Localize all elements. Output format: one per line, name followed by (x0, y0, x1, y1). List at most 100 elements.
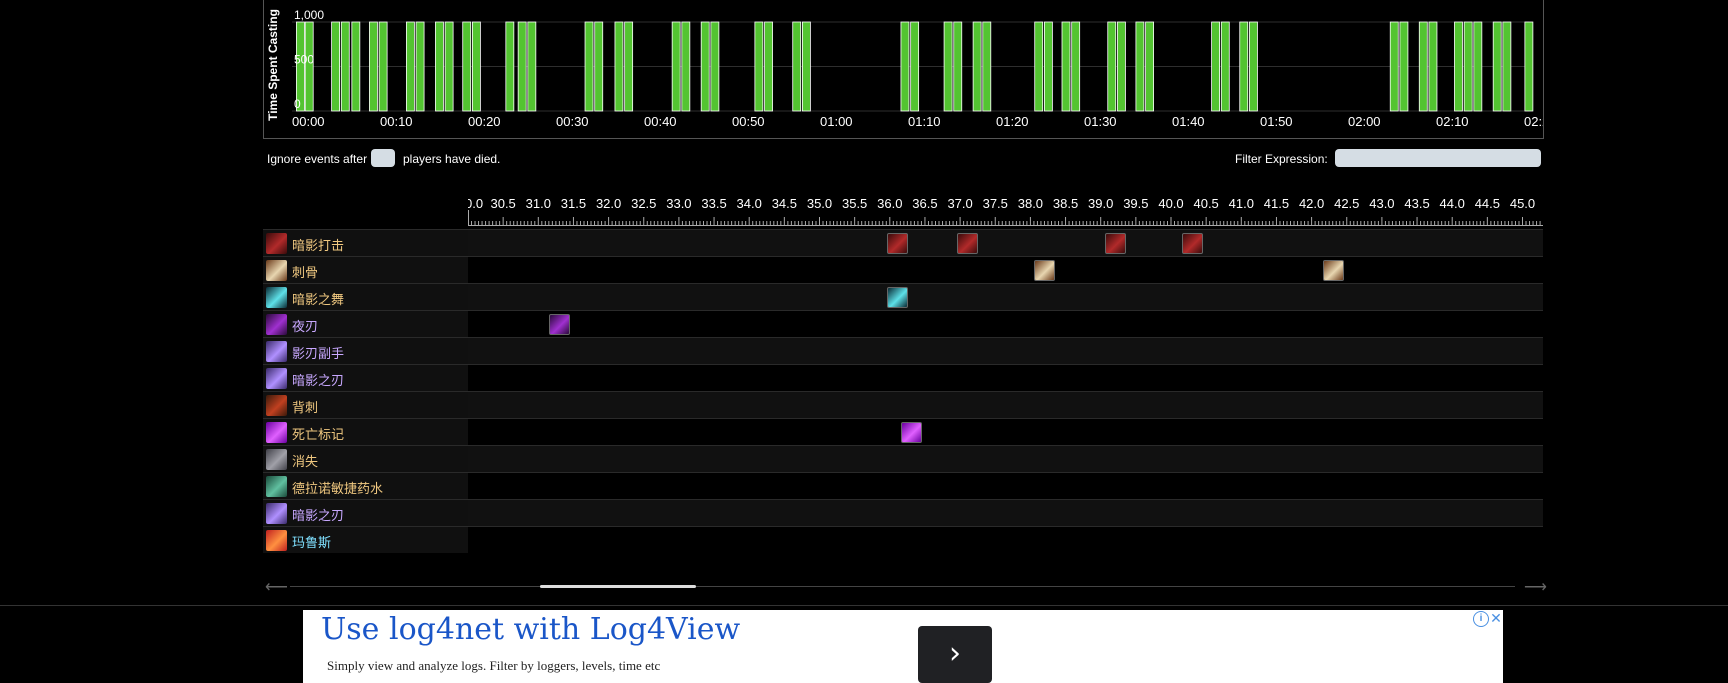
cast-marker-nightblade-icon[interactable] (549, 314, 571, 335)
ability-track (468, 230, 1543, 256)
ruler-label: 36.5 (912, 196, 937, 211)
ruler-label: 32.0 (596, 196, 621, 211)
chart-bar (1463, 21, 1473, 112)
dead-players-count-input[interactable] (371, 149, 395, 167)
chart-x-tick-label: 00:00 (292, 114, 325, 129)
ad-title[interactable]: Use log4net with Log4View (321, 612, 740, 647)
chart-x-tick-label: 00:30 (556, 114, 589, 129)
ruler-label: 30.5 (490, 196, 515, 211)
chart-bar (624, 21, 634, 112)
chart-bar (517, 21, 527, 112)
chart-bar (584, 21, 594, 112)
chart-bar (754, 21, 764, 112)
ruler-label: 40.5 (1193, 196, 1218, 211)
ruler-label: 44.5 (1475, 196, 1500, 211)
ability-label[interactable]: 消失 (263, 446, 468, 472)
advertisement-banner[interactable]: Use log4net with Log4View Simply view an… (303, 610, 1503, 683)
chart-bar (943, 21, 953, 112)
cast-marker-marked-for-death-icon[interactable] (900, 422, 922, 443)
vanish-icon (266, 449, 287, 470)
chart-bar (614, 21, 624, 112)
ruler-label: 33.5 (701, 196, 726, 211)
ability-timeline: 0.0 30.5 31.0 31.5 32.0 32.5 33.0 33.5 34.0 34.5 3… (263, 190, 1543, 555)
ruler-label: 39.5 (1123, 196, 1148, 211)
ability-track (468, 311, 1543, 337)
ruler-label: 37.5 (983, 196, 1008, 211)
scroll-left-arrow-icon[interactable]: ⟵ (265, 577, 288, 597)
chart-bar (982, 21, 992, 112)
chart-bar (1034, 21, 1044, 112)
chart-x-tick-label: 01:40 (1172, 114, 1205, 129)
ruler-label: 42.5 (1334, 196, 1359, 211)
ability-label[interactable]: 夜刃 (263, 311, 468, 337)
ability-row: 背刺 (263, 391, 1543, 418)
shadow-blades-icon (266, 503, 287, 524)
chart-bar (1454, 21, 1463, 112)
ruler-label: 41.5 (1264, 196, 1289, 211)
ability-name: 死亡标记 (292, 427, 345, 442)
ruler-label: 35.5 (842, 196, 867, 211)
ability-name: 背刺 (292, 400, 319, 415)
chart-bar (671, 21, 681, 112)
ad-info-icon[interactable]: i (1473, 611, 1489, 627)
chart-bar (1145, 21, 1154, 112)
ruler-label: 37.0 (947, 196, 972, 211)
ad-description: Simply view and analyze logs. Filter by … (327, 658, 661, 673)
chart-bar (1473, 21, 1483, 112)
ruler-label: 42.0 (1299, 196, 1324, 211)
ad-go-arrow-icon[interactable]: › (918, 626, 992, 683)
ability-track (468, 500, 1543, 526)
ability-name: 消失 (292, 454, 319, 469)
ability-track (468, 446, 1543, 472)
horizontal-scroll-track[interactable] (290, 586, 1515, 587)
chart-bar (1211, 21, 1220, 112)
ability-label[interactable]: 暗影之舞 (263, 284, 468, 310)
ability-row: 德拉诺敏捷药水 (263, 472, 1543, 499)
cast-marker-shadow-dance-icon[interactable] (886, 287, 908, 308)
chart-bar (1428, 21, 1438, 112)
ruler-label: 33.0 (666, 196, 691, 211)
marked-for-death-icon (266, 422, 287, 443)
ruler-label: 39.0 (1088, 196, 1113, 211)
chart-bar (1239, 21, 1249, 112)
chart-y-tick-label: 0 (294, 97, 301, 111)
ability-row: 消失 (263, 445, 1543, 472)
ability-track (468, 284, 1543, 310)
ability-name: 影刃副手 (292, 346, 345, 361)
cast-marker-eviscerate-icon[interactable] (1322, 260, 1344, 281)
scroll-right-arrow-icon[interactable]: ⟶ (1524, 577, 1547, 597)
chart-x-tick-label: 01:20 (996, 114, 1029, 129)
cast-marker-shadowstrike-icon[interactable] (1104, 233, 1126, 254)
ruler-label: 45.0 (1510, 196, 1535, 211)
ability-name: 夜刃 (292, 319, 319, 334)
chart-bar (415, 21, 425, 112)
time-ruler: 0.0 30.5 31.0 31.5 32.0 32.5 33.0 33.5 34.0 34.5 3… (468, 190, 1543, 226)
horizontal-scroll-thumb[interactable] (540, 585, 696, 588)
ability-label[interactable]: 玛鲁斯 (263, 527, 468, 553)
filter-expression-input[interactable] (1335, 149, 1541, 167)
ad-close-icon[interactable]: ✕ (1489, 610, 1503, 626)
ability-label[interactable]: 死亡标记 (263, 419, 468, 445)
ability-row: 暗影打击 (263, 229, 1543, 256)
maalus-icon (266, 530, 287, 551)
ability-label[interactable]: 暗影打击 (263, 230, 468, 256)
players-died-label: players have died. (403, 152, 501, 166)
chart-bar (1071, 21, 1081, 112)
chart-bar (405, 21, 415, 112)
chart-bar (1044, 21, 1053, 112)
ability-label[interactable]: 背刺 (263, 392, 468, 418)
ability-label[interactable]: 刺骨 (263, 257, 468, 283)
cast-marker-shadowstrike-icon[interactable] (886, 233, 908, 254)
ability-label[interactable]: 影刃副手 (263, 338, 468, 364)
ability-label[interactable]: 德拉诺敏捷药水 (263, 473, 468, 499)
ability-label[interactable]: 暗影之刃 (263, 500, 468, 526)
ruler-label: 0.0 (468, 196, 483, 211)
chart-bar (1061, 21, 1071, 112)
cast-marker-eviscerate-icon[interactable] (1034, 260, 1056, 281)
chart-bar (505, 21, 515, 112)
cast-marker-shadowstrike-icon[interactable] (957, 233, 979, 254)
chart-x-tick-label: 02:10 (1436, 114, 1469, 129)
cast-marker-shadowstrike-icon[interactable] (1182, 233, 1204, 254)
chart-bar (378, 21, 388, 112)
ability-label[interactable]: 暗影之刃 (263, 365, 468, 391)
